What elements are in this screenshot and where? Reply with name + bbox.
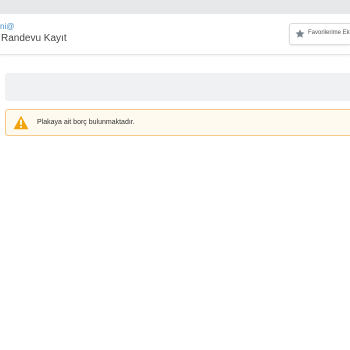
top-bar xyxy=(0,0,350,14)
page-header: ni@ Randevu Kayıt Favorilerime Ek xyxy=(0,14,350,55)
favorites-label: Favorilerime Ek xyxy=(308,30,350,36)
warning-icon xyxy=(13,115,29,130)
star-icon xyxy=(295,29,305,38)
add-to-favorites-button[interactable]: Favorilerime Ek xyxy=(289,23,350,45)
content-panel xyxy=(5,73,350,101)
breadcrumb[interactable]: ni@ xyxy=(0,22,14,31)
page-title: Randevu Kayıt xyxy=(1,33,67,44)
debt-warning-alert: Plakaya ait borç bulunmaktadır. xyxy=(5,109,350,136)
alert-message: Plakaya ait borç bulunmaktadır. xyxy=(37,119,135,126)
page: ni@ Randevu Kayıt Favorilerime Ek Plakay… xyxy=(0,0,350,350)
